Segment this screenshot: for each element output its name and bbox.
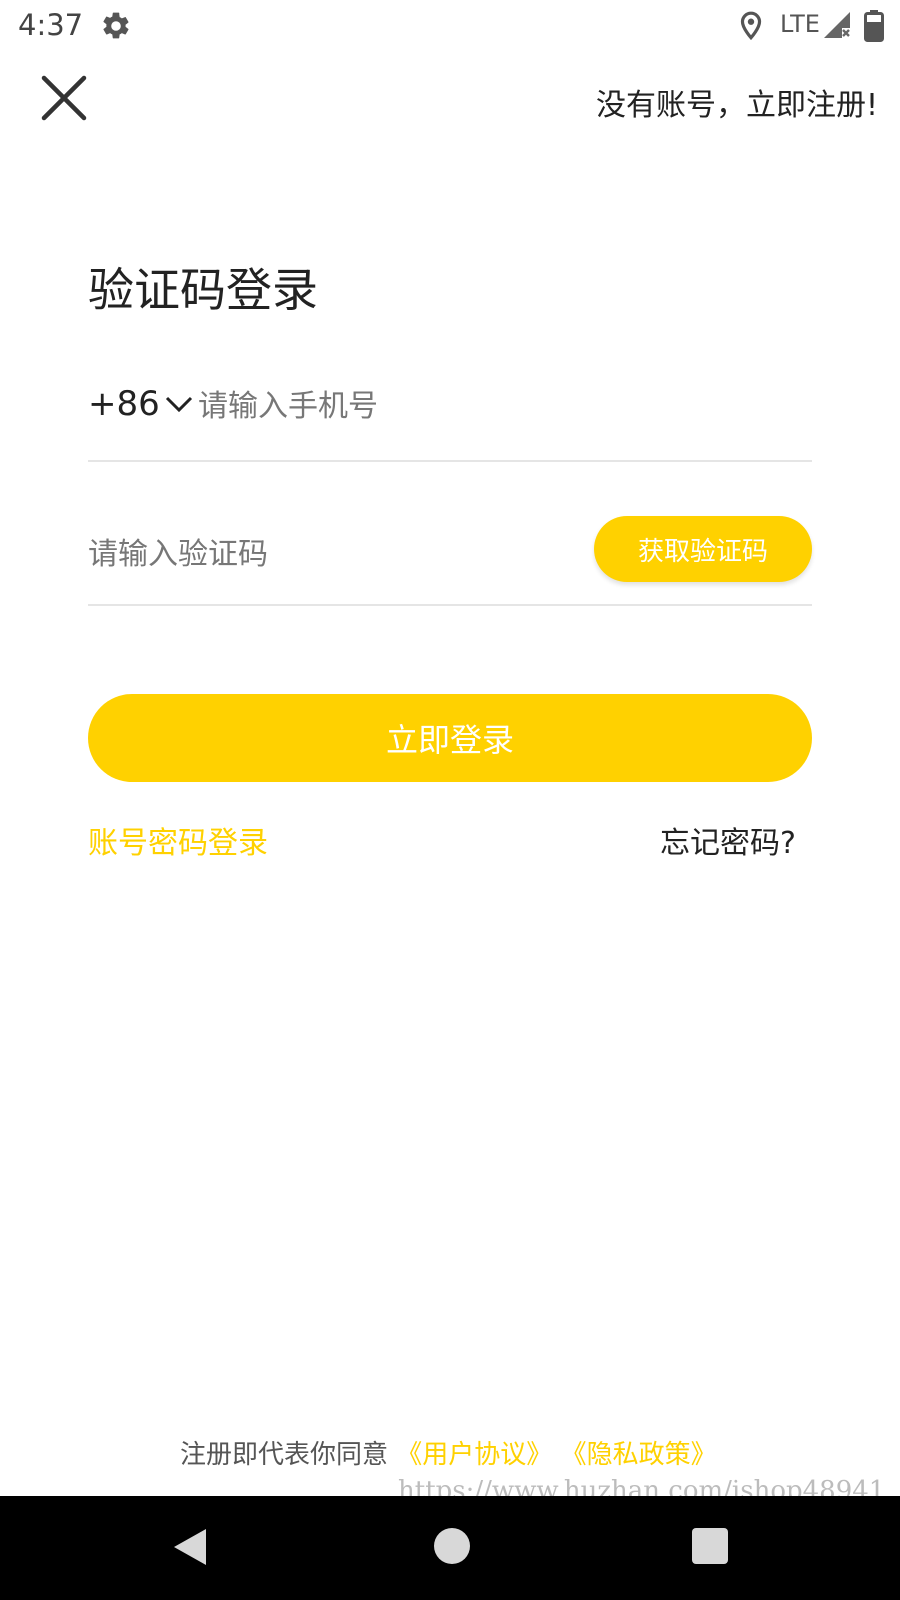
password-login-link[interactable]: 账号密码登录 (88, 818, 268, 862)
close-icon (41, 75, 87, 121)
phone-input[interactable] (198, 380, 798, 432)
back-icon[interactable] (170, 1526, 210, 1568)
agreement-text: 注册即代表你同意 《用户协议》 《隐私政策》 (180, 1434, 717, 1471)
code-input[interactable] (88, 528, 568, 580)
home-icon[interactable] (434, 1528, 470, 1564)
recent-apps-icon[interactable] (692, 1528, 728, 1564)
location-icon (740, 11, 762, 41)
forgot-password-link[interactable]: 忘记密码? (660, 818, 796, 862)
close-button[interactable] (36, 70, 92, 126)
navigation-bar (0, 1496, 900, 1600)
country-code-selector[interactable]: +86 (88, 384, 194, 424)
phone-row: +86 (88, 372, 812, 462)
chevron-down-icon (165, 396, 192, 413)
privacy-policy-link[interactable]: 《隐私政策》 (561, 1440, 717, 1470)
user-agreement-link[interactable]: 《用户协议》 (396, 1440, 552, 1470)
register-link[interactable]: 没有账号，立即注册! (596, 80, 878, 124)
login-button[interactable]: 立即登录 (88, 694, 812, 782)
country-code-label: +86 (88, 384, 160, 424)
code-row: 获取验证码 (88, 516, 812, 606)
battery-icon (864, 10, 884, 42)
get-code-button[interactable]: 获取验证码 (594, 516, 812, 582)
status-bar: 4:37 LTE (0, 0, 900, 52)
gear-icon (103, 12, 129, 39)
signal-icon (824, 12, 850, 38)
page-title: 验证码登录 (88, 263, 318, 317)
network-label: LTE (780, 10, 820, 38)
status-time: 4:37 (18, 8, 84, 42)
agreement-prefix: 注册即代表你同意 (180, 1440, 389, 1470)
